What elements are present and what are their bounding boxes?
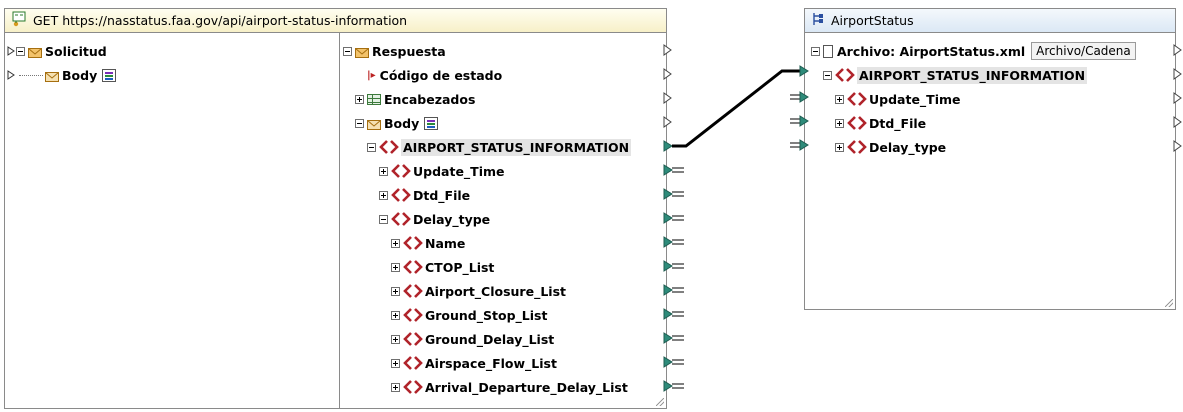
connected-output-port-icon[interactable] xyxy=(663,140,673,152)
target-input-port-icon[interactable] xyxy=(799,65,809,77)
connected-output-port-icon[interactable] xyxy=(663,380,684,392)
connected-output-port-icon[interactable] xyxy=(663,164,684,176)
connected-output-port-icon[interactable] xyxy=(663,284,684,296)
output-port-icon[interactable] xyxy=(663,92,672,104)
connected-output-port-icon[interactable] xyxy=(663,212,684,224)
output-port-icon[interactable] xyxy=(663,116,672,128)
connected-output-ports[interactable] xyxy=(663,140,684,392)
output-port-icon[interactable] xyxy=(663,44,672,56)
connected-output-port-icon[interactable] xyxy=(663,260,684,272)
connected-output-port-icon[interactable] xyxy=(663,356,684,368)
output-port-icon[interactable] xyxy=(663,68,672,80)
connected-output-port-icon[interactable] xyxy=(663,236,684,248)
connected-output-port-icon[interactable] xyxy=(663,188,684,200)
target-output-port-icon[interactable] xyxy=(1173,44,1182,56)
target-output-port-icon[interactable] xyxy=(1173,92,1182,104)
target-input-port-icon[interactable] xyxy=(790,139,809,151)
mapping-overlay xyxy=(663,44,1182,392)
target-output-port-icon[interactable] xyxy=(1173,140,1182,152)
mapping-connection-line[interactable] xyxy=(672,69,800,148)
connected-output-port-icon[interactable] xyxy=(663,308,684,320)
target-output-port-icon[interactable] xyxy=(1173,68,1182,80)
target-input-port-icon[interactable] xyxy=(790,115,809,127)
target-input-port-icon[interactable] xyxy=(790,91,809,103)
connected-output-port-icon[interactable] xyxy=(663,332,684,344)
target-output-port-icon[interactable] xyxy=(1173,116,1182,128)
